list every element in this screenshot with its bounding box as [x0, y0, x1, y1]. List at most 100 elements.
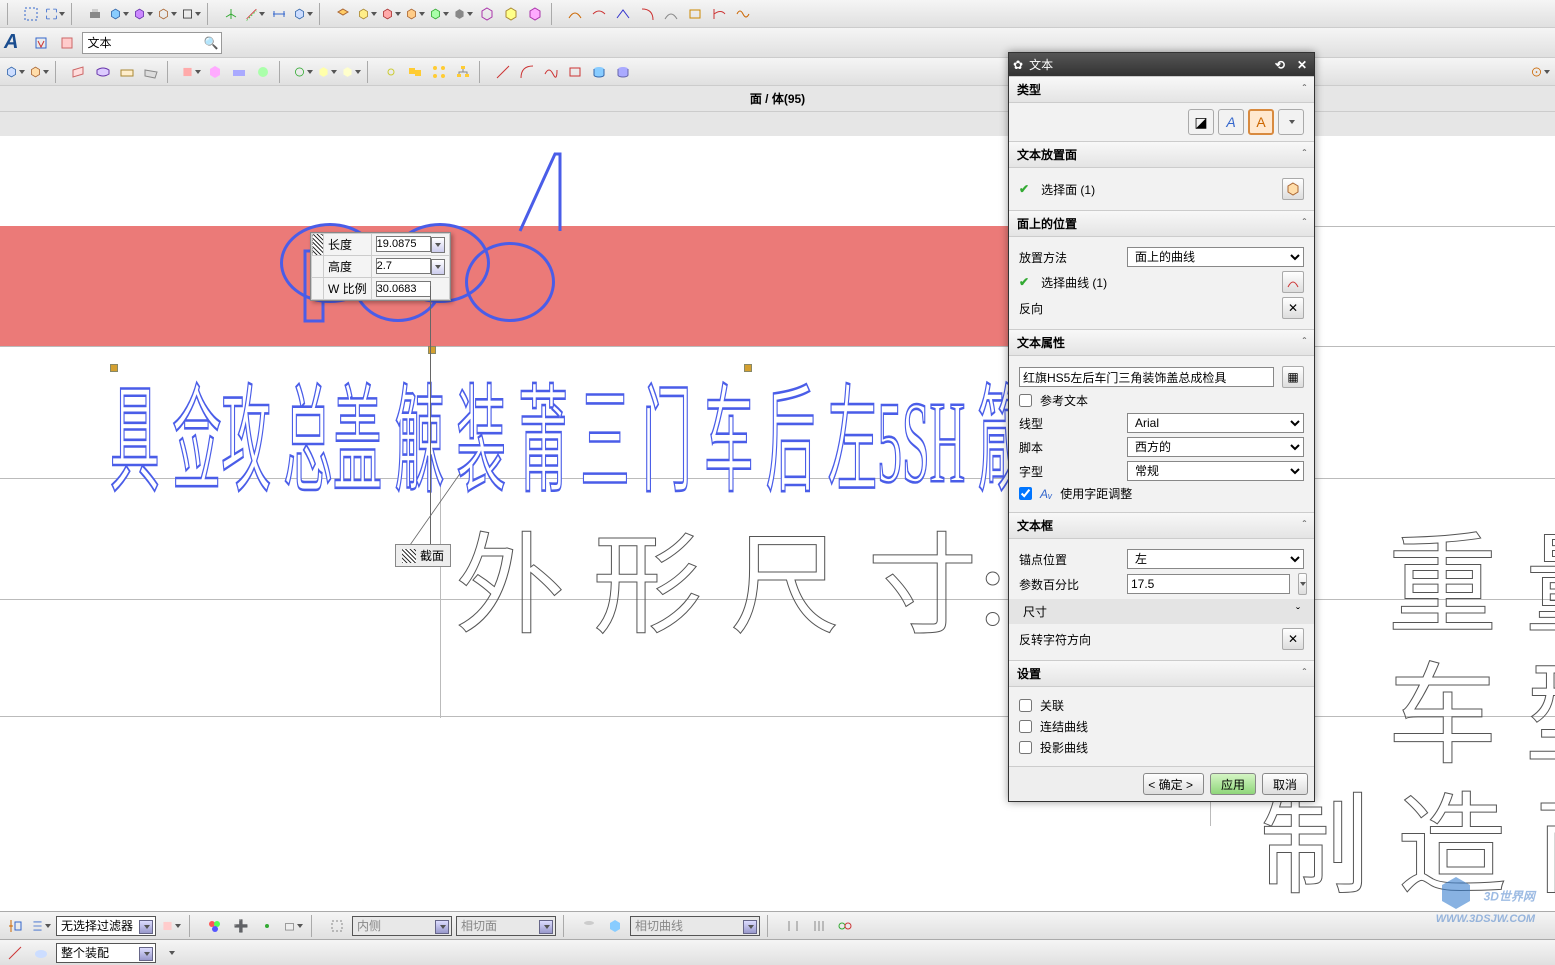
dim2-icon[interactable] [808, 915, 830, 937]
dim-h-icon[interactable] [268, 3, 290, 25]
line-icon[interactable] [492, 61, 514, 83]
percent-input[interactable] [1127, 574, 1290, 594]
box-o-icon[interactable] [404, 3, 426, 25]
tangent2-combo[interactable]: 相切曲线 [630, 916, 760, 936]
revchar-button[interactable]: ✕ [1282, 628, 1304, 650]
dim3-icon[interactable] [834, 915, 856, 937]
tangent-combo[interactable]: 相切面 [456, 916, 556, 936]
type-face-icon[interactable]: A [1248, 109, 1274, 135]
cube-b-icon[interactable] [28, 61, 50, 83]
sheet-icon[interactable] [68, 61, 90, 83]
type-dropdown-icon[interactable] [1278, 109, 1304, 135]
cube-wire-icon[interactable] [156, 3, 178, 25]
assoc-checkbox[interactable] [1019, 699, 1032, 712]
asm-cloud-icon[interactable] [30, 942, 52, 964]
project-checkbox[interactable] [1019, 741, 1032, 754]
dim-label[interactable]: 尺寸 [1023, 603, 1288, 620]
curve6-icon[interactable] [708, 3, 730, 25]
section-box-header[interactable]: 文本框ˆ [1009, 512, 1314, 539]
section-type-header[interactable]: 类型ˆ [1009, 76, 1314, 103]
canvas-area[interactable]: 00 具 佥攻 总盖 觫 装 莆 三 门 车 后 左5SH 箴 立 外 形 尺 … [0, 136, 1555, 911]
apply-button[interactable]: 应用 [1210, 773, 1256, 795]
section-set-header[interactable]: 设置ˆ [1009, 660, 1314, 687]
section-pos-header[interactable]: 面上的位置ˆ [1009, 210, 1314, 237]
font-select[interactable]: 常规 [1127, 461, 1304, 481]
ref-text-checkbox[interactable] [1019, 394, 1032, 407]
select-face-button[interactable] [1282, 178, 1304, 200]
solid-icon[interactable] [452, 3, 474, 25]
ok-button[interactable]: < 确定 > [1143, 773, 1204, 795]
cube-a-icon[interactable] [4, 61, 26, 83]
marquee-icon[interactable] [326, 915, 348, 937]
box-sel-icon[interactable] [604, 915, 626, 937]
box-y2-icon[interactable] [500, 3, 522, 25]
array-icon[interactable] [428, 61, 450, 83]
fit-icon[interactable] [20, 3, 42, 25]
type-curve-icon[interactable]: A [1218, 109, 1244, 135]
select-curve-row[interactable]: ✔ 选择曲线 (1) [1019, 271, 1304, 293]
search-icon[interactable]: 🔍 [204, 36, 219, 50]
surf2-icon[interactable] [116, 61, 138, 83]
tool-g-icon[interactable] [340, 61, 362, 83]
cube-purple-icon[interactable] [132, 3, 154, 25]
length-spinner[interactable] [431, 237, 445, 253]
curve3-icon[interactable] [612, 3, 634, 25]
tool-b-icon[interactable] [204, 61, 226, 83]
select-face-row[interactable]: ✔ 选择面 (1) [1019, 178, 1304, 200]
connect-checkbox[interactable] [1019, 720, 1032, 733]
curve5-icon[interactable] [660, 3, 682, 25]
target-icon[interactable] [1529, 61, 1551, 83]
text-tool-icon[interactable]: A [4, 31, 18, 54]
sel-a-icon[interactable] [160, 915, 182, 937]
panel-undock-icon[interactable]: ⟲ [1272, 58, 1288, 72]
anchor-select[interactable]: 左 [1127, 549, 1304, 569]
axis-icon[interactable] [220, 3, 242, 25]
box-y-icon[interactable] [356, 3, 378, 25]
arc-icon[interactable] [516, 61, 538, 83]
text-expand-button[interactable]: ▦ [1282, 366, 1304, 388]
panel-gear-icon[interactable]: ✿ [1013, 58, 1023, 72]
placed-text-preview[interactable]: 具 佥攻 总盖 觫 装 莆 三 门 车 后 左5SH 箴 立 [110, 347, 1089, 516]
asm-line-icon[interactable] [4, 942, 26, 964]
section-tag[interactable]: 截面 [395, 544, 451, 567]
cube-scale-icon[interactable] [292, 3, 314, 25]
link-icon[interactable] [380, 61, 402, 83]
asm-opt-icon[interactable] [160, 942, 182, 964]
box-r-icon[interactable] [380, 3, 402, 25]
place-method-select[interactable]: 面上的曲线 [1127, 247, 1304, 267]
rect-icon[interactable] [180, 3, 202, 25]
kerning-checkbox[interactable] [1019, 487, 1032, 500]
type-planar-icon[interactable]: ◪ [1188, 109, 1214, 135]
select-curve-button[interactable] [1282, 271, 1304, 293]
text-attach-icon[interactable] [30, 32, 52, 54]
sel-filter-icon[interactable] [30, 915, 52, 937]
tree-icon[interactable] [452, 61, 474, 83]
rect3-icon[interactable] [564, 61, 586, 83]
assembly-combo[interactable]: 整个装配 [56, 943, 156, 963]
tool-a-icon[interactable] [180, 61, 202, 83]
curve2-icon[interactable] [588, 3, 610, 25]
inner-combo[interactable]: 内侧 [352, 916, 452, 936]
reverse-button[interactable]: ✕ [1282, 297, 1304, 319]
spline-icon[interactable] [540, 61, 562, 83]
filter-combo[interactable]: 无选择过滤器 [56, 916, 156, 936]
snap-icon[interactable] [256, 915, 278, 937]
box-wire2-icon[interactable] [476, 3, 498, 25]
command-search-input[interactable] [82, 32, 222, 54]
panel-close-icon[interactable]: ✕ [1294, 58, 1310, 72]
combine-icon[interactable] [404, 61, 426, 83]
plus-icon[interactable]: ➕ [230, 915, 252, 937]
text-frame-icon[interactable] [56, 32, 78, 54]
print-icon[interactable] [84, 3, 106, 25]
percent-spinner[interactable] [1298, 573, 1307, 595]
panel-titlebar[interactable]: ✿ 文本 ⟲ ✕ [1009, 53, 1314, 76]
section-attr-header[interactable]: 文本属性ˆ [1009, 329, 1314, 356]
script-select[interactable]: 西方的 [1127, 437, 1304, 457]
wratio-input[interactable] [376, 281, 431, 297]
sel-mode-icon[interactable] [4, 915, 26, 937]
tool-d-icon[interactable] [252, 61, 274, 83]
curve4-icon[interactable] [636, 3, 658, 25]
cyl-icon[interactable] [588, 61, 610, 83]
surf-icon[interactable] [92, 61, 114, 83]
height-spinner[interactable] [431, 259, 445, 275]
